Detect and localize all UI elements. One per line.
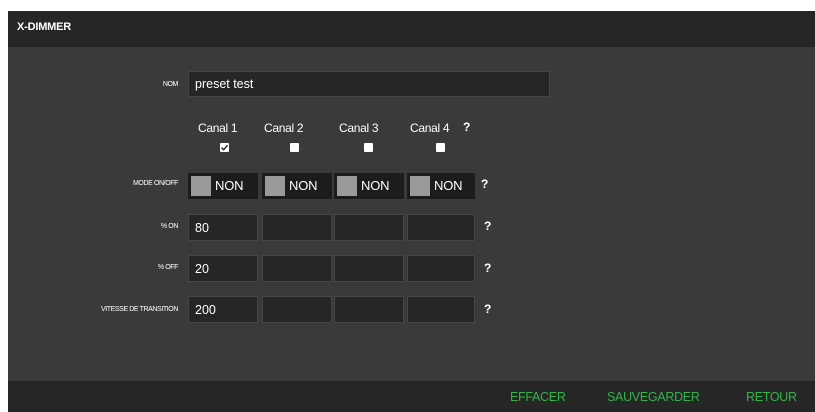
pct-on-input-canal-2[interactable] bbox=[262, 214, 332, 241]
canal-4-checkbox[interactable] bbox=[436, 143, 445, 152]
toggle-knob bbox=[265, 176, 285, 196]
mode-toggle-canal-3[interactable]: NON bbox=[334, 173, 404, 199]
toggle-text: NON bbox=[215, 178, 244, 193]
pct-on-input-canal-1[interactable] bbox=[188, 214, 258, 241]
toggle-text: NON bbox=[289, 178, 318, 193]
toggle-text: NON bbox=[434, 178, 463, 193]
vitesse-input-canal-3[interactable] bbox=[334, 296, 404, 323]
mode-toggle-canal-1[interactable]: NON bbox=[188, 173, 258, 199]
pct-off-input-canal-2[interactable] bbox=[262, 255, 332, 282]
pct-on-label: % ON bbox=[160, 223, 178, 230]
nom-label: NOM bbox=[162, 81, 179, 88]
toggle-knob bbox=[410, 176, 430, 196]
toggle-knob bbox=[337, 176, 357, 196]
nom-input[interactable] bbox=[188, 71, 550, 97]
pct-on-input-canal-4[interactable] bbox=[407, 214, 475, 241]
checkmark-icon bbox=[221, 144, 229, 151]
canal-1-label: Canal 1 bbox=[198, 121, 238, 135]
retour-button[interactable]: RETOUR bbox=[746, 390, 797, 404]
pct-off-input-canal-4[interactable] bbox=[407, 255, 475, 282]
toggle-text: NON bbox=[361, 178, 390, 193]
pct-off-label: % OFF bbox=[157, 264, 179, 271]
vitesse-input-canal-1[interactable] bbox=[188, 296, 258, 323]
canal-3-checkbox[interactable] bbox=[364, 143, 373, 152]
vitesse-input-canal-2[interactable] bbox=[262, 296, 332, 323]
pct-on-help-icon[interactable]: ? bbox=[484, 219, 491, 233]
pct-off-input-canal-1[interactable] bbox=[188, 255, 258, 282]
mode-onoff-label: MODE ON/OFF bbox=[133, 180, 178, 187]
canal-4-label: Canal 4 bbox=[410, 121, 450, 135]
vitesse-label: VITESSE DE TRANSITION bbox=[100, 306, 178, 313]
pct-off-help-icon[interactable]: ? bbox=[484, 261, 491, 275]
canal-1-checkbox[interactable] bbox=[220, 143, 229, 152]
vitesse-help-icon[interactable]: ? bbox=[484, 302, 491, 316]
effacer-button[interactable]: EFFACER bbox=[510, 390, 566, 404]
mode-help-icon[interactable]: ? bbox=[481, 177, 488, 191]
footer-bar: EFFACER SAUVEGARDER RETOUR bbox=[8, 381, 815, 412]
dialog-panel: X-DIMMER NOM Canal 1 Canal 2 Canal 3 Can… bbox=[8, 11, 815, 412]
canal-2-label: Canal 2 bbox=[264, 121, 304, 135]
mode-toggle-canal-4[interactable]: NON bbox=[407, 173, 475, 199]
sauvegarder-button[interactable]: SAUVEGARDER bbox=[607, 390, 700, 404]
canal-3-label: Canal 3 bbox=[339, 121, 379, 135]
mode-toggle-canal-2[interactable]: NON bbox=[262, 173, 332, 199]
pct-off-input-canal-3[interactable] bbox=[334, 255, 404, 282]
pct-on-input-canal-3[interactable] bbox=[334, 214, 404, 241]
toggle-knob bbox=[191, 176, 211, 196]
window-title: X-DIMMER bbox=[17, 21, 72, 33]
canal-2-checkbox[interactable] bbox=[290, 143, 299, 152]
vitesse-input-canal-4[interactable] bbox=[407, 296, 475, 323]
title-bar: X-DIMMER bbox=[8, 11, 815, 47]
channels-help-icon[interactable]: ? bbox=[463, 120, 470, 134]
